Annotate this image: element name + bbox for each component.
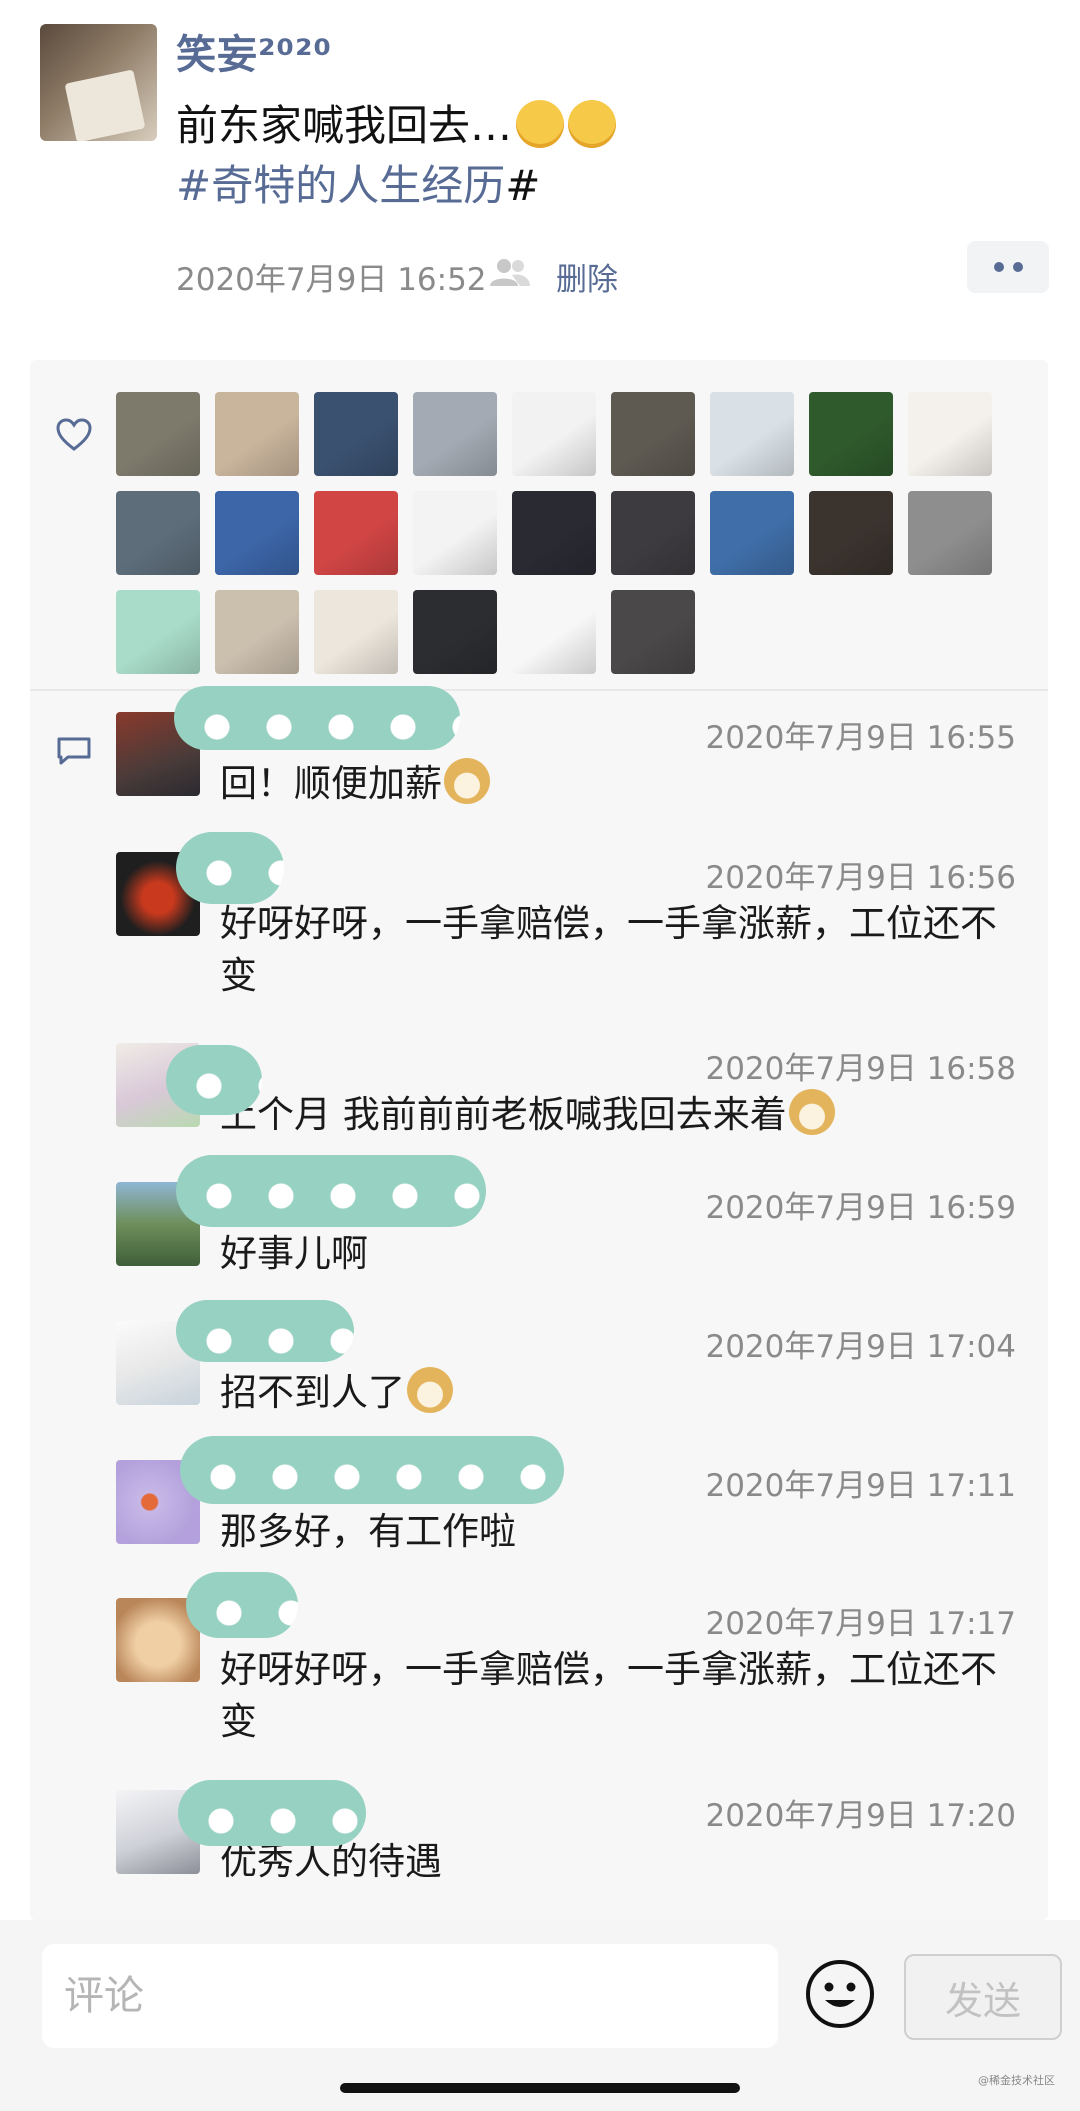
privacy-blur (180, 1436, 564, 1504)
privacy-blur (186, 1572, 298, 1638)
laughing-tears-icon (516, 100, 565, 148)
comment-time: 2020年7月9日 17:17 (705, 1606, 1016, 1642)
author-name[interactable]: 笑妄²⁰²⁰ (176, 22, 332, 80)
liker-avatar[interactable] (512, 491, 596, 575)
privacy-blur (178, 1780, 366, 1846)
hashtag-suffix: # (505, 161, 541, 210)
delete-link[interactable]: 删除 (556, 254, 618, 299)
send-button[interactable]: 发送 (904, 1954, 1062, 2040)
comment-text-body: 上个月 我前前前老板喊我回去来着 (220, 1093, 787, 1136)
liker-avatar[interactable] (611, 491, 695, 575)
liker-avatar[interactable] (314, 491, 398, 575)
more-button[interactable] (967, 241, 1049, 293)
more-dots-icon (1012, 262, 1023, 272)
liker-avatar[interactable] (908, 491, 992, 575)
comment-text-body: 回！顺便加薪 (220, 762, 442, 805)
comment-time: 2020年7月9日 17:20 (705, 1798, 1016, 1834)
liker-avatar[interactable] (215, 392, 299, 476)
watermark: @稀金技术社区 (978, 2074, 1055, 2087)
comment-time: 2020年7月9日 17:04 (705, 1329, 1016, 1365)
liker-avatar[interactable] (314, 590, 398, 674)
liker-avatar[interactable] (908, 392, 992, 476)
hashtag-link[interactable]: #奇特的人生经历# (176, 152, 540, 213)
liker-avatar[interactable] (512, 392, 596, 476)
doge-emoji-icon (407, 1367, 453, 1413)
comment-time: 2020年7月9日 17:11 (705, 1468, 1016, 1504)
comment-text: 好呀好呀，一手拿赔偿，一手拿涨薪，工位还不变 (220, 1648, 997, 1743)
author-avatar[interactable] (40, 24, 157, 141)
liker-avatar[interactable] (215, 590, 299, 674)
liker-avatar[interactable] (512, 590, 596, 674)
post-text: 前东家喊我回去… (176, 92, 617, 153)
doge-emoji-icon (444, 758, 490, 804)
liker-avatar[interactable] (809, 392, 893, 476)
comment-text: 招不到人了 (220, 1367, 1020, 1419)
liker-avatar[interactable] (116, 590, 200, 674)
comment-text: 好事儿啊 (220, 1232, 368, 1275)
doge-emoji-icon (788, 1089, 835, 1135)
liker-avatar[interactable] (314, 392, 398, 476)
liker-avatar[interactable] (413, 392, 497, 476)
liker-avatar[interactable] (116, 392, 200, 476)
liker-avatar[interactable] (116, 491, 200, 575)
comment-time: 2020年7月9日 16:56 (705, 860, 1016, 896)
post-timestamp: 2020年7月9日 16:52 (176, 262, 487, 298)
liker-avatar[interactable] (710, 491, 794, 575)
comment-icon (57, 737, 91, 765)
comment-time: 2020年7月9日 16:58 (705, 1051, 1016, 1087)
heart-icon (56, 418, 92, 451)
comment-time: 2020年7月9日 16:55 (705, 720, 1016, 756)
likers-grid (116, 392, 1016, 674)
comment-input[interactable] (42, 1944, 778, 2048)
comment-text: 那多好，有工作啦 (220, 1510, 516, 1553)
liker-avatar[interactable] (215, 491, 299, 575)
hashtag-text[interactable]: #奇特的人生经历 (176, 161, 505, 210)
comment-text-body: 招不到人了 (220, 1371, 405, 1414)
liker-avatar[interactable] (809, 491, 893, 575)
more-dots-icon (993, 262, 1004, 272)
friends-visibility-icon[interactable] (488, 256, 532, 288)
privacy-blur (176, 1155, 486, 1227)
liker-avatar[interactable] (413, 491, 497, 575)
home-indicator[interactable] (340, 2083, 740, 2093)
privacy-blur (166, 1045, 262, 1115)
panel-divider (30, 689, 1048, 691)
liker-avatar[interactable] (611, 590, 695, 674)
post-text-body: 前东家喊我回去… (176, 101, 513, 150)
privacy-blur (176, 832, 284, 904)
comment-text: 上个月 我前前前老板喊我回去来着 (220, 1089, 1020, 1141)
privacy-blur (176, 1300, 354, 1362)
comment-time: 2020年7月9日 16:59 (705, 1190, 1016, 1226)
smile-icon[interactable] (804, 1958, 876, 2030)
comment-text: 回！顺便加薪 (220, 758, 1020, 810)
privacy-blur (174, 686, 460, 750)
liker-avatar[interactable] (413, 590, 497, 674)
laughing-tears-icon (568, 100, 617, 148)
comment-text: 好呀好呀，一手拿赔偿，一手拿涨薪，工位还不变 (220, 902, 997, 997)
liker-avatar[interactable] (710, 392, 794, 476)
liker-avatar[interactable] (611, 392, 695, 476)
